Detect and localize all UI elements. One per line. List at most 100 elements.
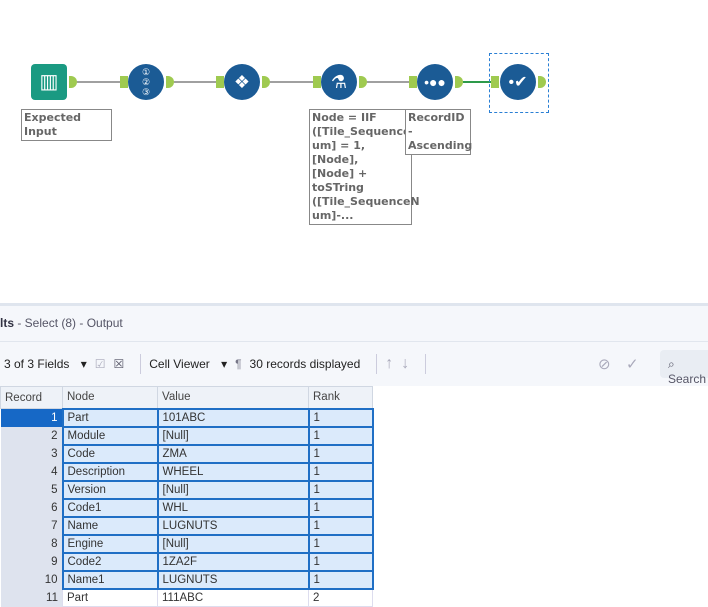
cell-value[interactable]: LUGNUTS [156,569,310,590]
cell-node[interactable]: Name1 [61,569,159,590]
cell-record[interactable]: 11 [0,588,63,607]
cell-record[interactable]: 6 [0,498,63,517]
cell-rank[interactable]: 1 [307,479,374,500]
cell-node[interactable]: Version [61,479,159,500]
cell-record[interactable]: 4 [0,462,63,481]
input-tool[interactable]: ▥ [31,64,67,100]
results-toolbar: 3 of 3 Fields ▾ ☑ ☒ Cell Viewer ▾ ¶ 30 r… [0,342,708,386]
sort-annotation: RecordID - Ascending [405,109,473,155]
cell-rank[interactable]: 1 [307,533,374,554]
cell-record[interactable]: 5 [0,480,63,499]
cancel-icon[interactable]: ⊘ [598,355,611,373]
cell-record[interactable]: 7 [0,516,63,535]
cell-record[interactable]: 8 [0,534,63,553]
results-panel: lts - Select (8) - Output 3 of 3 Fields … [0,303,708,607]
annotation-line: [Node] + [312,167,368,180]
cell-node[interactable]: Part [61,407,159,428]
flask-icon: ⚗ [330,71,348,92]
table-row[interactable]: 4 Description WHEEL 1 [0,461,374,482]
annotation-line: Ascending [408,139,473,152]
cell-value[interactable]: 111ABC [157,588,309,607]
cell-node[interactable]: Description [61,461,159,482]
table-row[interactable]: 8 Engine [Null] 1 [0,533,374,554]
cell-node[interactable]: Name [61,515,159,536]
tile-tool[interactable]: ①②③ [128,64,164,100]
formula-annotation: Node = IIF ([Tile_SequenceN um] = 1, [No… [309,109,420,225]
pilcrow-icon[interactable]: ¶ [235,357,241,371]
cell-value[interactable]: 101ABC [156,407,310,428]
cell-value[interactable]: [Null] [156,425,310,446]
cell-rank[interactable]: 1 [307,569,374,590]
select-tool[interactable]: •✔ [500,64,536,100]
cell-rank[interactable]: 1 [307,497,374,518]
cell-record[interactable]: 3 [0,444,63,463]
arrow-up-icon[interactable]: ↑ [385,355,393,373]
annotation-line: ([Tile_SequenceN [312,125,420,138]
numbered-list-icon: ①②③ [141,67,151,97]
column-header-rank[interactable]: Rank [308,386,373,409]
search-placeholder: Search [668,372,707,386]
cell-value[interactable]: 1ZA2F [156,551,310,572]
cell-node[interactable]: Code [61,443,159,464]
cell-rank[interactable]: 1 [307,551,374,572]
table-row[interactable]: 7 Name LUGNUTS 1 [0,515,374,536]
table-row[interactable]: 5 Version [Null] 1 [0,479,374,500]
check-all-icon[interactable]: ☑ [95,357,106,371]
cell-node[interactable]: Code2 [61,551,159,572]
column-header-record[interactable]: Record [0,386,63,409]
uncheck-all-icon[interactable]: ☒ [114,357,125,371]
annotation-line: um]-... [312,209,354,222]
cell-record[interactable]: 9 [0,552,63,571]
cell-record[interactable]: 1 [0,408,63,427]
cell-rank[interactable]: 1 [307,407,374,428]
cell-value[interactable]: [Null] [156,533,310,554]
dot-check-icon: •✔ [508,74,528,91]
cell-record[interactable]: 2 [0,426,63,445]
cell-rank[interactable]: 2 [308,588,373,607]
cell-rank[interactable]: 1 [307,425,374,446]
column-header-node[interactable]: Node [62,386,158,409]
annotation-line: um] = 1, [Node], [312,139,366,166]
sort-tool[interactable]: •●● [417,64,453,100]
cell-rank[interactable]: 1 [307,461,374,482]
cell-node[interactable]: Engine [61,533,159,554]
annotation-line: toSTring [312,181,364,194]
cell-value[interactable]: [Null] [156,479,310,500]
title-rest: - Select (8) - Output [14,316,123,330]
cell-value[interactable]: LUGNUTS [156,515,310,536]
workflow-canvas[interactable]: ▥ ①②③ ❖ ⚗ •●● •✔ Expected Input Node = I… [0,0,708,303]
fields-dropdown[interactable]: 3 of 3 Fields ▾ [4,357,87,371]
annotation-line: ([Tile_SequenceN [312,195,420,208]
table-row[interactable]: 11 Part 111ABC 2 [0,588,373,607]
arrow-down-icon[interactable]: ↓ [401,355,409,373]
cell-viewer-label: Cell Viewer [149,357,210,371]
cell-viewer-dropdown[interactable]: Cell Viewer ▾ [149,357,227,371]
check-icon[interactable]: ✓ [626,355,639,373]
results-title: lts - Select (8) - Output [0,306,708,342]
title-bold: lts [0,316,15,330]
cell-value[interactable]: ZMA [156,443,310,464]
table-row[interactable]: 6 Code1 WHL 1 [0,497,374,518]
cell-record[interactable]: 10 [0,570,63,589]
cell-node[interactable]: Code1 [61,497,159,518]
records-count: 30 records displayed [249,357,361,371]
fields-label: 3 of 3 Fields [4,357,70,371]
cell-rank[interactable]: 1 [307,515,374,536]
transpose-tool[interactable]: ❖ [224,64,260,100]
table-row[interactable]: 1 Part 101ABC 1 [0,407,374,428]
search-input[interactable]: ⌕ Search [660,350,708,386]
table-row[interactable]: 10 Name1 LUGNUTS 1 [0,569,374,590]
table-row[interactable]: 3 Code ZMA 1 [0,443,374,464]
cell-rank[interactable]: 1 [307,443,374,464]
results-table: Record Node Value Rank 1 Part 101ABC 1 2 Modu… [0,386,374,607]
cell-node[interactable]: Module [61,425,159,446]
cell-node[interactable]: Part [62,588,158,607]
annotation-line: RecordID - [408,111,465,138]
annotation-line: Node = IIF [312,111,377,124]
formula-tool[interactable]: ⚗ [321,64,357,100]
column-header-value[interactable]: Value [157,386,309,409]
table-row[interactable]: 9 Code2 1ZA2F 1 [0,551,374,572]
table-row[interactable]: 2 Module [Null] 1 [0,425,374,446]
cell-value[interactable]: WHEEL [156,461,310,482]
cell-value[interactable]: WHL [156,497,310,518]
